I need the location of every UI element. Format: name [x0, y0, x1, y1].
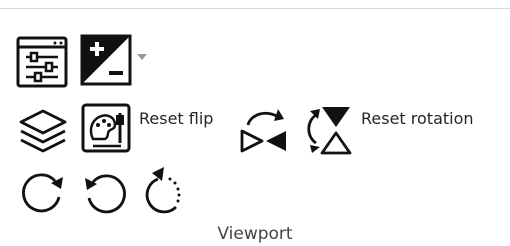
layers-icon	[19, 109, 67, 153]
layers-button[interactable]	[17, 107, 69, 157]
image-adjust-button[interactable]	[79, 101, 133, 155]
reset-flip-label[interactable]: Reset flip	[139, 109, 213, 129]
viewport-settings-icon	[16, 36, 68, 88]
reset-rotation-label[interactable]: Reset rotation	[361, 109, 474, 129]
rotate-left-icon	[85, 174, 126, 214]
ribbon-divider	[0, 8, 510, 9]
flip-horizontal-icon	[240, 109, 286, 153]
viewport-ribbon-group: Reset flip Reset rotation Viewport	[0, 0, 510, 246]
free-rotate-icon	[145, 167, 181, 214]
window-level-icon	[80, 34, 132, 86]
rotate-right-icon	[22, 173, 63, 213]
group-label: Viewport	[217, 224, 293, 244]
flip-vertical-icon	[307, 107, 352, 155]
chevron-down-icon	[137, 54, 147, 60]
window-level-button[interactable]	[79, 33, 133, 87]
rotate-right-button[interactable]	[15, 165, 69, 217]
window-level-dropdown[interactable]	[135, 52, 149, 62]
free-rotate-button[interactable]	[138, 159, 190, 217]
flip-horizontal-button[interactable]	[236, 103, 292, 159]
rotate-left-button[interactable]	[77, 166, 131, 218]
flip-vertical-button[interactable]	[298, 101, 356, 157]
viewport-settings-button[interactable]	[15, 35, 69, 89]
image-adjust-icon	[81, 103, 131, 153]
